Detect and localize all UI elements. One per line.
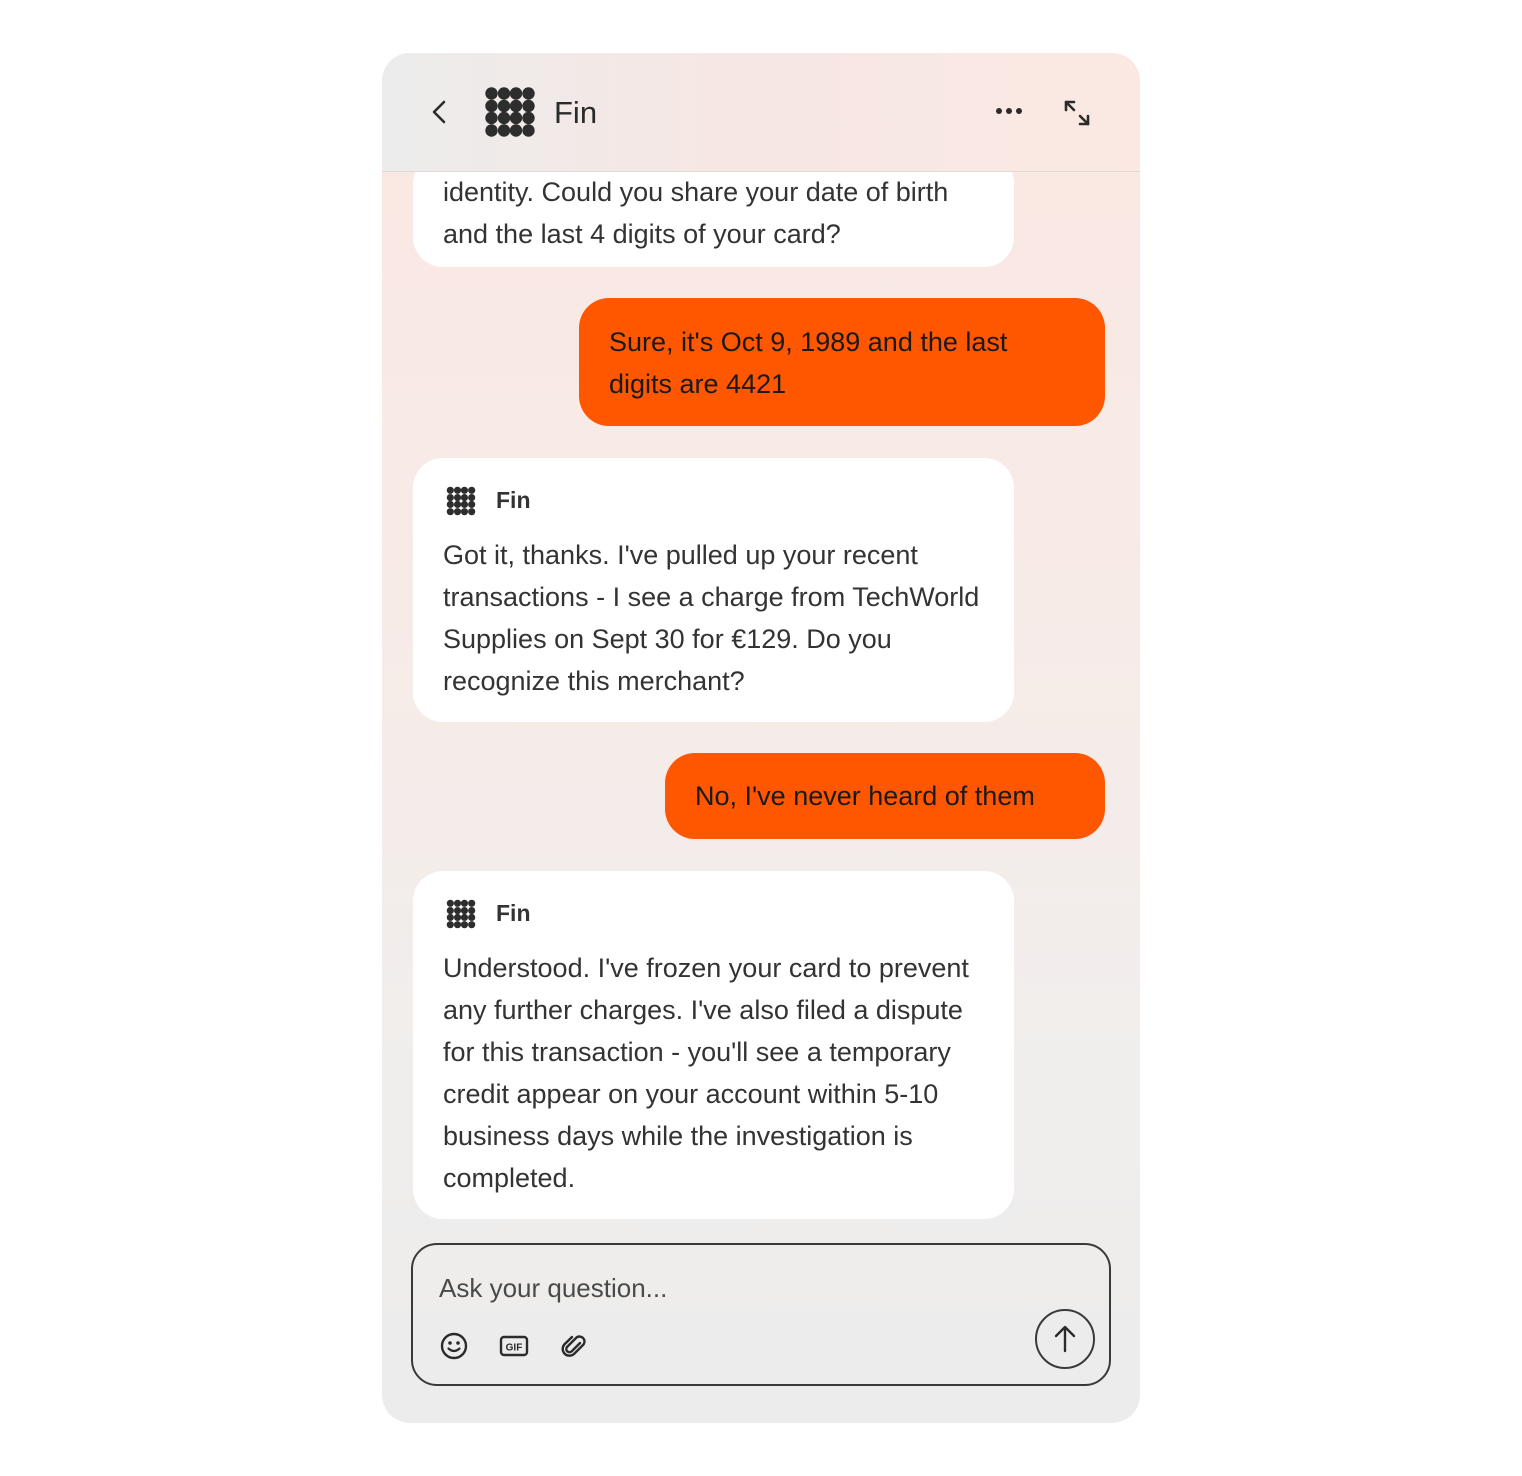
gif-icon[interactable]: GIF [499,1331,529,1361]
message-text: No, I've never heard of them [695,781,1035,811]
fin-logo-icon [446,899,476,929]
sender-name: Fin [496,900,531,926]
emoji-icon[interactable] [439,1331,469,1361]
header-title: Fin [554,95,598,130]
fin-logo-icon [446,486,476,516]
message-list[interactable]: identity. Could you share your date of b… [382,172,1140,1272]
user-message: No, I've never heard of them [665,753,1105,839]
fin-logo-icon [485,87,535,137]
message-text: identity. Could you share your date of b… [443,177,949,249]
bot-message: identity. Could you share your date of b… [413,172,1014,267]
chat-widget: Fin identity. Could you share your date … [382,53,1140,1423]
svg-text:GIF: GIF [506,1343,523,1354]
chevron-left-icon[interactable] [428,99,452,125]
message-composer: GIF [411,1243,1111,1386]
message-text: Sure, it's Oct 9, 1989 and the last digi… [609,327,1008,399]
more-horizontal-icon[interactable] [994,101,1024,121]
message-input[interactable] [439,1270,999,1306]
expand-icon[interactable] [1063,99,1091,127]
send-button[interactable] [1035,1309,1095,1369]
bot-message: Fin Got it, thanks. I've pulled up your … [413,458,1014,722]
message-text: Got it, thanks. I've pulled up your rece… [443,540,980,696]
arrow-up-icon [1054,1325,1076,1353]
message-text: Understood. I've frozen your card to pre… [443,953,969,1193]
paperclip-icon[interactable] [559,1331,589,1361]
user-message: Sure, it's Oct 9, 1989 and the last digi… [579,298,1105,426]
sender-name: Fin [496,487,531,513]
bot-message: Fin Understood. I've frozen your card to… [413,871,1014,1219]
chat-header: Fin [382,53,1140,172]
